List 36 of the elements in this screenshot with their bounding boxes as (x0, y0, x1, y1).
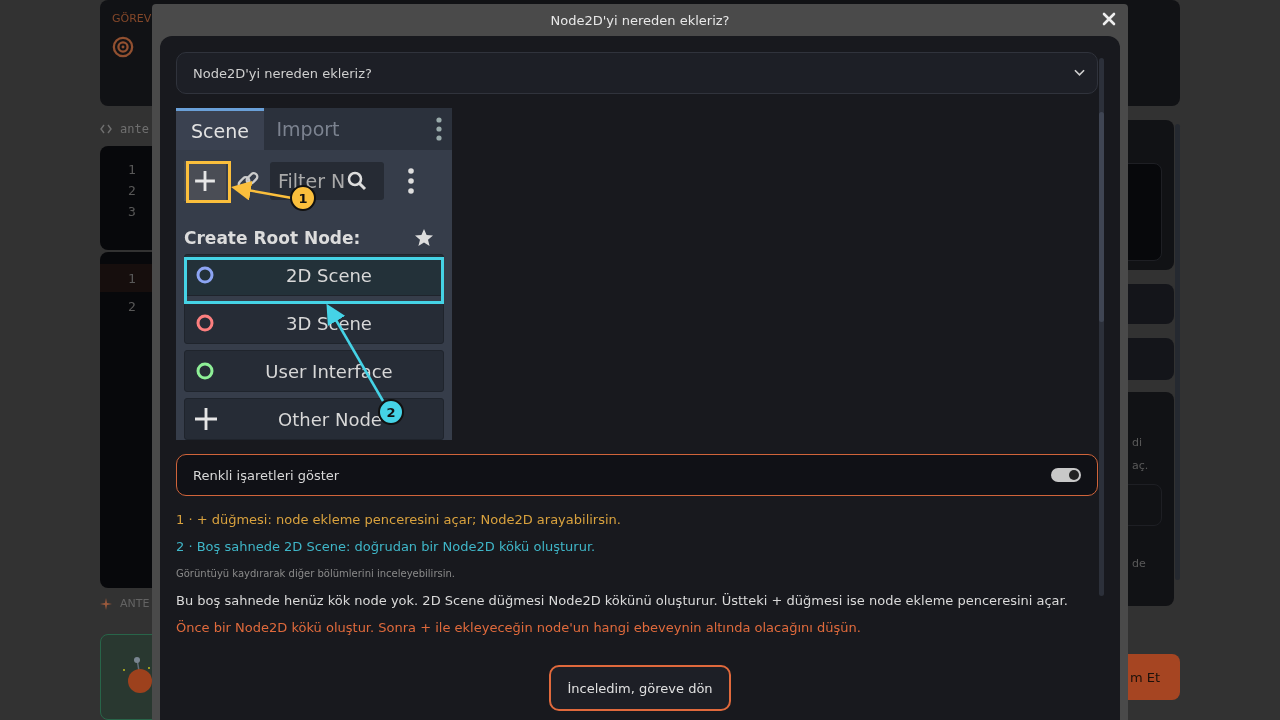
line-number: 3 (128, 204, 136, 219)
line-number: 2 (128, 298, 136, 314)
toggle-switch[interactable] (1051, 468, 1081, 482)
hint-text: Görüntüyü kaydırarak diğer bölümlerini inceleyebilirsin. (176, 568, 456, 579)
file-label: ante (120, 122, 149, 136)
toggle-label: Renkli işaretleri göster (193, 467, 340, 483)
more-icon[interactable] (436, 117, 442, 141)
task-label: GÖREV (112, 12, 152, 25)
plus-icon (194, 170, 216, 192)
explanation-text: Bu boş sahnede henüz kök node yok. 2D Scene düğmesi Node2D kökünü oluşturur. Üstteki + düğmesi ise node ekleme penceresini açar. (176, 593, 1069, 608)
scrollbar[interactable] (1175, 124, 1180, 580)
star-icon[interactable] (414, 228, 434, 248)
side-text: de (1132, 557, 1146, 570)
side-text: aç. (1132, 459, 1149, 472)
legend-text: 2 · Boş sahnede 2D Scene: doğrudan bir Node2D kökü oluşturur. (176, 539, 597, 554)
scene-tab[interactable]: Scene (176, 108, 264, 150)
scrollbar[interactable] (1099, 58, 1104, 596)
legend-text: 1 · + düğmesi: node ekleme penceresini açar; Node2D arayabilirsin. (176, 512, 622, 527)
done-button[interactable]: İnceledim, göreve dön (549, 665, 731, 711)
plus-icon (195, 408, 217, 430)
side-text: di (1132, 436, 1143, 449)
line-number: 2 (128, 183, 136, 198)
node-type-button[interactable]: 2D Scene (184, 254, 444, 296)
topic-select[interactable]: Node2D'yi nereden ekleriz? (176, 52, 1098, 94)
line-number: 1 (128, 270, 136, 286)
more-icon[interactable] (408, 168, 414, 194)
code-icon (100, 124, 112, 134)
root-node-heading: Create Root Node: (184, 228, 361, 248)
line-number: 1 (128, 162, 136, 177)
sparkle-icon (100, 597, 112, 610)
explanation-text: Önce bir Node2D kökü oluştur. Sonra + ile ekleyeceğin node'un hangi ebeveynin altında olacağını düşün. (176, 620, 862, 635)
search-icon (347, 171, 368, 191)
target-icon (112, 36, 134, 58)
close-button[interactable] (1102, 12, 1118, 28)
modal-title: Node2D'yi nereden ekleriz? (550, 12, 730, 28)
chevron-down-icon (1074, 69, 1085, 77)
